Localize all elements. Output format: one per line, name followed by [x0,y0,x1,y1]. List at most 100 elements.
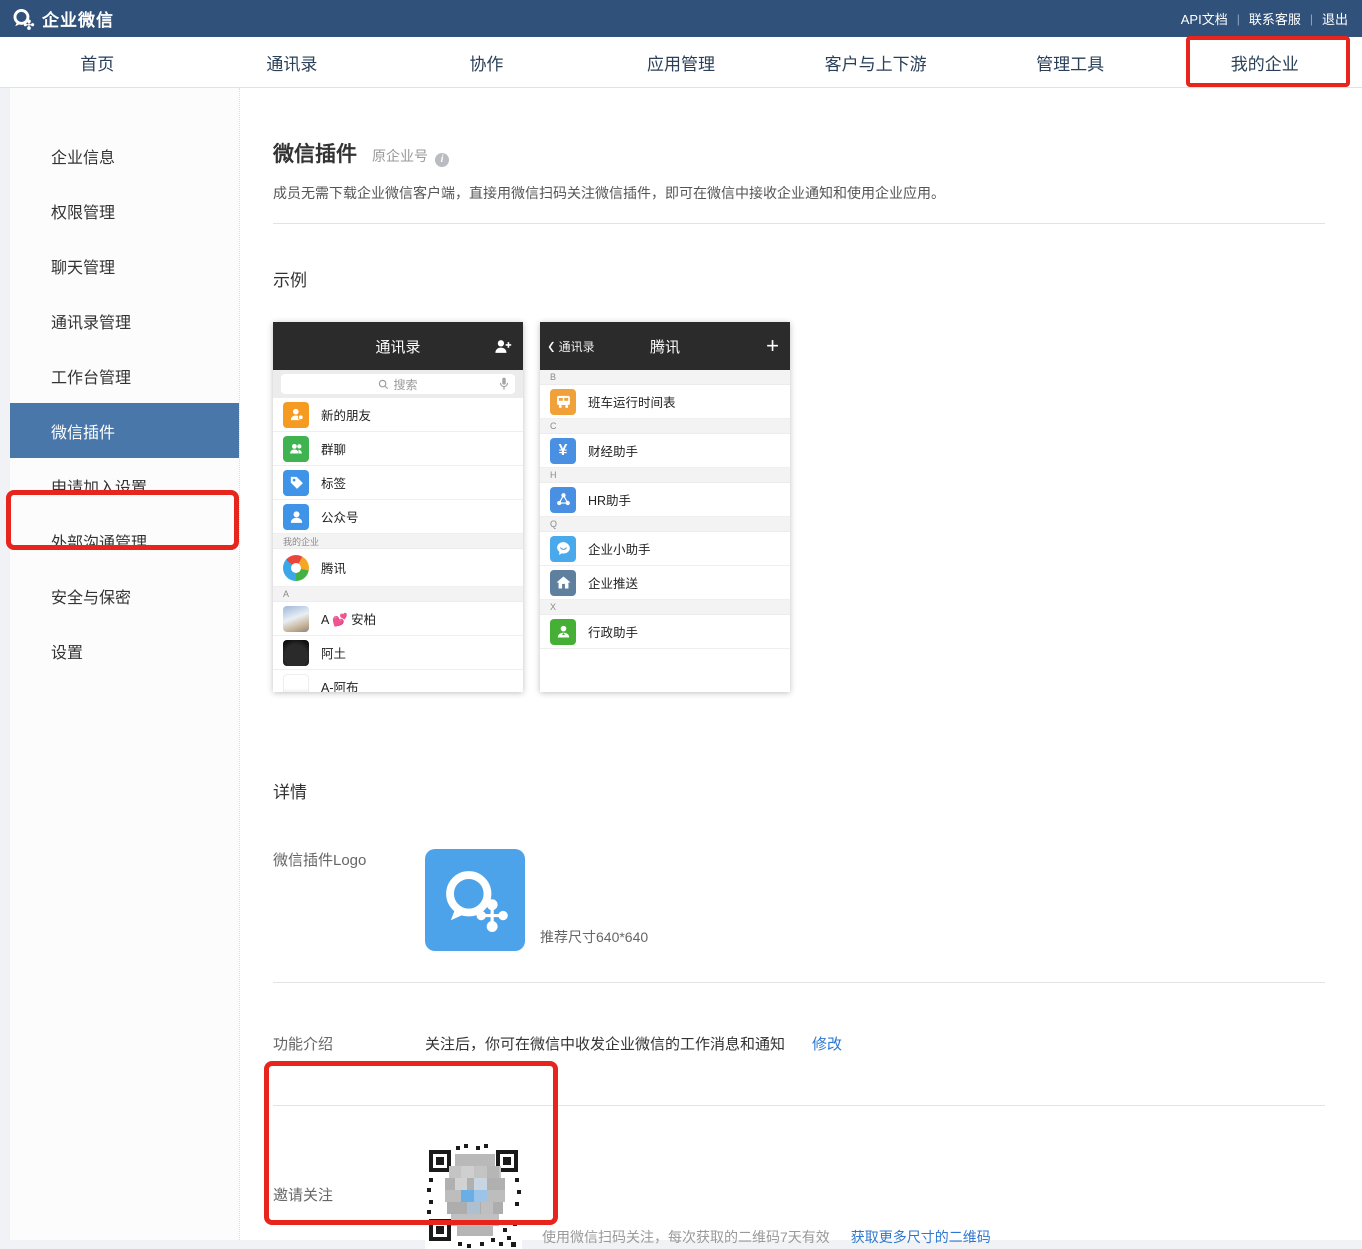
info-icon[interactable]: i [435,153,449,167]
tab-app-management[interactable]: 应用管理 [584,37,779,87]
sidebar-item-join-settings[interactable]: 申请加入设置 [10,458,239,513]
modify-link[interactable]: 修改 [812,1033,842,1054]
photo-avatar [283,606,309,632]
section-header: A [273,587,523,602]
tag-icon [283,470,309,496]
list-item: A 💕 安柏 [273,602,523,636]
list-item: 阿土 [273,636,523,670]
wechat-work-admin-page: 企业微信 API文档 | 联系客服 | 退出 首页 通讯录 协作 应用管理 客户… [0,0,1362,1240]
section-header: C [540,419,790,434]
sidebar-item-permissions[interactable]: 权限管理 [10,183,239,238]
section-header: Q [540,517,790,532]
intro-row: 功能介绍 关注后，你可在微信中收发企业微信的工作消息和通知 修改 [273,1033,1325,1054]
invite-label: 邀请关注 [273,1142,425,1249]
sidebar: 企业信息 权限管理 聊天管理 通讯录管理 工作台管理 微信插件 申请加入设置 外… [10,88,240,1240]
invite-hint: 使用微信扫码关注，每次获取的二维码7天有效 [542,1227,830,1247]
sidebar-item-settings[interactable]: 设置 [10,623,239,678]
home-icon [550,570,576,596]
wechat-plugin-logo [425,849,525,951]
back-chevron-icon: ‹ [548,333,555,359]
top-bar: 企业微信 API文档 | 联系客服 | 退出 [0,0,1362,37]
list-item: 新的朋友 [273,398,523,432]
qr-code [425,1142,522,1249]
sidebar-item-company-info[interactable]: 企业信息 [10,128,239,183]
plus-icon: + [766,322,779,370]
tab-collaboration[interactable]: 协作 [389,37,584,87]
black-cat-avatar [283,640,309,666]
search-placeholder: 搜索 [393,376,417,393]
contact-support-link[interactable]: 联系客服 [1249,9,1301,28]
list-item: 腾讯 [273,549,523,587]
official-accounts-icon [283,504,309,530]
new-friends-icon [283,402,309,428]
sidebar-item-external-communication[interactable]: 外部沟通管理 [10,513,239,568]
bus-icon [550,389,576,415]
yen-icon: ¥ [550,438,576,464]
main-nav: 首页 通讯录 协作 应用管理 客户与上下游 管理工具 我的企业 [0,37,1362,88]
phone-screenshot-apps: ‹ 通讯录 腾讯 + B 班车运行时间表 C [540,322,790,692]
main-content: 微信插件 原企业号 i 成员无需下载企业微信客户端，直接用微信扫码关注微信插件，… [240,88,1362,1240]
group-chat-icon [283,436,309,462]
more-qr-sizes-link[interactable]: 获取更多尺寸的二维码 [851,1227,991,1247]
app-logo: 企业微信 [10,6,114,32]
sidebar-item-security[interactable]: 安全与保密 [10,568,239,623]
tab-contacts[interactable]: 通讯录 [195,37,390,87]
mic-icon [499,377,509,394]
list-item: A-阿布 [273,670,523,692]
details-heading: 详情 [273,778,1325,803]
tab-admin-tools[interactable]: 管理工具 [973,37,1168,87]
search-icon [378,379,389,390]
section-header: X [540,600,790,615]
person-add-icon [493,322,512,370]
sidebar-item-workbench[interactable]: 工作台管理 [10,348,239,403]
tab-my-company[interactable]: 我的企业 [1167,37,1362,87]
sidebar-item-wechat-plugin[interactable]: 微信插件 [10,403,239,458]
invite-row: 邀请关注 [273,1142,1325,1249]
example-heading: 示例 [273,266,1325,291]
phone1-title: 通讯录 [375,336,420,357]
logo-label: 微信插件Logo [273,849,425,951]
list-item: 企业推送 [540,566,790,600]
sidebar-item-contacts-management[interactable]: 通讯录管理 [10,293,239,348]
intro-label: 功能介绍 [273,1033,425,1054]
page-description: 成员无需下载企业微信客户端，直接用微信扫码关注微信插件，即可在微信中接收企业通知… [273,183,1325,203]
page-subtitle: 原企业号 [372,146,428,166]
logout-link[interactable]: 退出 [1322,9,1348,28]
separator: | [1237,12,1240,26]
page-title: 微信插件 [273,138,357,168]
logo-row: 微信插件Logo 推荐尺寸640*640 [273,849,1325,951]
page-header: 微信插件 原企业号 i [273,138,1325,168]
phone1-header: 通讯录 [273,322,523,370]
api-docs-link[interactable]: API文档 [1181,9,1228,28]
divider [273,223,1325,224]
page-left-margin [0,88,10,1240]
tencent-logo [283,555,309,581]
tab-customers[interactable]: 客户与上下游 [778,37,973,87]
separator: | [1310,12,1313,26]
tab-home[interactable]: 首页 [0,37,195,87]
list-item: HR助手 [540,483,790,517]
phone2-title: 腾讯 [650,336,680,357]
intro-value: 关注后，你可在微信中收发企业微信的工作消息和通知 [425,1033,785,1054]
section-header: H [540,468,790,483]
share-nodes-icon [550,487,576,513]
top-links: API文档 | 联系客服 | 退出 [1181,9,1348,28]
list-item: 群聊 [273,432,523,466]
back-button: ‹ 通讯录 [548,322,595,370]
sidebar-item-chat-management[interactable]: 聊天管理 [10,238,239,293]
divider [273,1105,1325,1106]
list-item: 标签 [273,466,523,500]
divider [273,982,1325,983]
section-header: 我的企业 [273,534,523,549]
person-icon [550,619,576,645]
logo-size-hint: 推荐尺寸640*640 [540,927,648,951]
phone2-header: ‹ 通讯录 腾讯 + [540,322,790,370]
list-item: ¥ 财经助手 [540,434,790,468]
wechat-work-logo-icon [10,6,36,32]
chat-bubble-icon [550,536,576,562]
sketch-avatar [283,674,309,693]
example-screenshots: 通讯录 搜索 [273,322,1325,692]
search-input: 搜索 [281,374,515,394]
list-item: 企业小助手 [540,532,790,566]
list-item: 公众号 [273,500,523,534]
